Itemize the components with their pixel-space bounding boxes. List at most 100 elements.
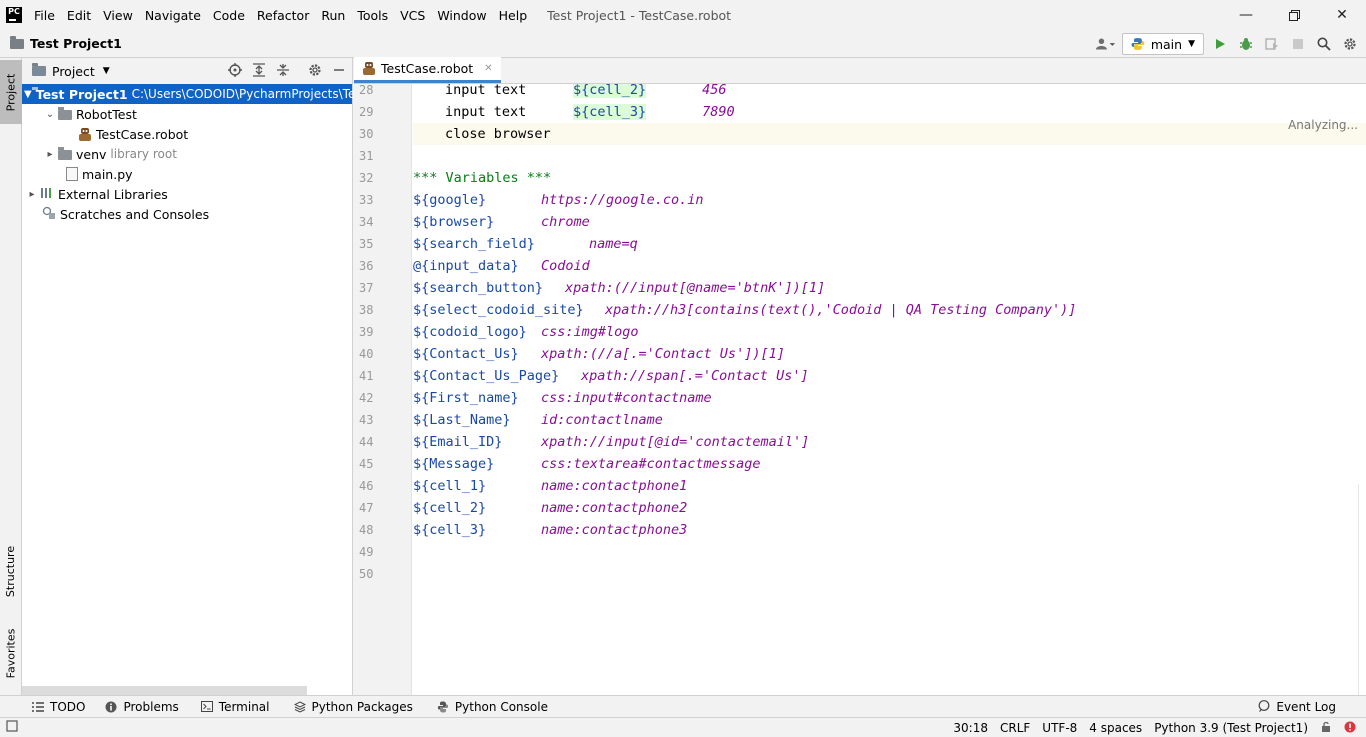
code-line[interactable]: ${search_button} xpath:(//input[@name='bt… bbox=[413, 277, 1366, 299]
menu-file[interactable]: File bbox=[28, 8, 61, 23]
analyzing-status: Analyzing... bbox=[1288, 118, 1358, 132]
gear-icon[interactable] bbox=[308, 63, 322, 80]
menu-view[interactable]: View bbox=[97, 8, 139, 23]
tree-item-robottest[interactable]: ⌄ RobotTest bbox=[22, 104, 352, 124]
chevron-right-icon[interactable]: ▸ bbox=[24, 189, 40, 200]
tree-item-external-libraries[interactable]: ▸ External Libraries bbox=[22, 184, 352, 204]
code-line[interactable]: ${select_codoid_site} xpath://h3[contains… bbox=[413, 299, 1366, 321]
code-line[interactable]: ${First_name} css:input#contactname bbox=[413, 387, 1366, 409]
lock-icon[interactable] bbox=[1320, 721, 1332, 736]
hide-panel-icon[interactable] bbox=[332, 63, 346, 80]
python-console-tool-button[interactable]: Python Console bbox=[437, 700, 548, 714]
coverage-icon[interactable] bbox=[1262, 34, 1282, 54]
toggle-tool-windows-icon[interactable] bbox=[6, 720, 18, 735]
code-line[interactable]: ${cell_2} name:contactphone2 bbox=[413, 497, 1366, 519]
settings-icon[interactable] bbox=[1340, 34, 1360, 54]
code-line[interactable]: ${Contact_Us} xpath:(//a[.='Contact Us'])… bbox=[413, 343, 1366, 365]
code-line[interactable]: input text ${cell_3} 7890 bbox=[413, 101, 1366, 123]
event-log-tool-button[interactable]: Event Log bbox=[1258, 696, 1336, 718]
code-line[interactable]: ${google} https://google.co.in bbox=[413, 189, 1366, 211]
collapse-all-icon[interactable] bbox=[276, 63, 290, 80]
python-console-label: Python Console bbox=[454, 699, 548, 714]
terminal-tool-button[interactable]: Terminal bbox=[200, 699, 270, 714]
problems-tool-button[interactable]: Problems bbox=[105, 700, 179, 714]
chevron-down-icon[interactable]: ⌄ bbox=[42, 109, 58, 120]
run-configuration-select[interactable]: main ▼ bbox=[1122, 33, 1204, 55]
python-packages-tool-button[interactable]: Python Packages bbox=[293, 700, 413, 714]
code-line[interactable] bbox=[413, 541, 1366, 563]
code-line[interactable]: input text ${cell_2} 456 bbox=[413, 84, 1366, 101]
breadcrumb[interactable]: Test Project1 bbox=[10, 35, 122, 51]
code-line[interactable] bbox=[413, 145, 1366, 167]
line-separator[interactable]: CRLF bbox=[1000, 721, 1030, 735]
variable-name: ${Contact_Us_Page} bbox=[413, 368, 560, 384]
favorites-tab-label: Favorites bbox=[4, 628, 18, 678]
code-line[interactable]: ${Contact_Us_Page} xpath://span[.='Contac… bbox=[413, 365, 1366, 387]
tool-window-project-tab[interactable]: Project bbox=[0, 60, 22, 124]
todo-tool-button[interactable]: TODO bbox=[32, 700, 85, 714]
pycharm-logo-icon: PC bbox=[6, 7, 22, 23]
debug-icon[interactable] bbox=[1236, 34, 1256, 54]
menu-vcs[interactable]: VCS bbox=[394, 8, 431, 23]
file-encoding[interactable]: UTF-8 bbox=[1042, 721, 1077, 735]
search-icon[interactable] bbox=[1314, 34, 1334, 54]
tool-window-favorites-tab[interactable]: Favorites bbox=[0, 618, 22, 688]
menu-window[interactable]: Window bbox=[431, 8, 492, 23]
code-line[interactable]: *** Variables *** bbox=[413, 167, 1366, 189]
vertical-scrollbar[interactable] bbox=[1358, 484, 1366, 695]
code-line[interactable]: ${search_field} name=q bbox=[413, 233, 1366, 255]
variable-name: ${search_button} bbox=[413, 280, 544, 296]
locate-icon[interactable] bbox=[228, 62, 242, 80]
terminal-label: Terminal bbox=[218, 699, 270, 714]
menu-tools[interactable]: Tools bbox=[351, 8, 394, 23]
menu-run[interactable]: Run bbox=[315, 8, 351, 23]
stop-icon[interactable] bbox=[1288, 34, 1308, 54]
menu-help[interactable]: Help bbox=[493, 8, 534, 23]
chevron-right-icon[interactable]: ▸ bbox=[42, 149, 58, 160]
expand-all-icon[interactable] bbox=[252, 62, 266, 80]
error-indicator-icon[interactable] bbox=[1344, 721, 1356, 736]
chevron-down-icon[interactable]: ▼ bbox=[24, 89, 32, 100]
restore-icon[interactable] bbox=[1270, 0, 1318, 30]
tree-item-testcase[interactable]: TestCase.robot bbox=[22, 124, 352, 144]
run-icon[interactable] bbox=[1210, 34, 1230, 54]
tree-item-main-py[interactable]: main.py bbox=[22, 164, 352, 184]
code-line[interactable]: ${browser} chrome bbox=[413, 211, 1366, 233]
code-line[interactable]: ${Message} css:textarea#contactmessage bbox=[413, 453, 1366, 475]
code-line[interactable]: @{input_data} Codoid bbox=[413, 255, 1366, 277]
project-tab-label: Project bbox=[4, 73, 18, 111]
code-line[interactable] bbox=[413, 563, 1366, 585]
code-line[interactable]: ${cell_3} name:contactphone3 bbox=[413, 519, 1366, 541]
code-area[interactable]: input text ${cell_2} 456 input text ${cell_3… bbox=[413, 84, 1366, 695]
code-line[interactable]: ${Email_ID} xpath://input[@id='contactema… bbox=[413, 431, 1366, 453]
menu-navigate[interactable]: Navigate bbox=[139, 8, 207, 23]
line-number: 28 bbox=[359, 83, 374, 97]
tool-window-structure-tab[interactable]: Structure bbox=[0, 536, 22, 606]
code-line[interactable]: ${Last_Name} id:contactlname bbox=[413, 409, 1366, 431]
close-window-icon[interactable]: ✕ bbox=[1318, 0, 1366, 30]
line-number: 44 bbox=[359, 435, 374, 449]
close-icon[interactable]: ✕ bbox=[484, 63, 492, 74]
project-panel-title[interactable]: Project bbox=[52, 64, 95, 79]
keyword-call: input text bbox=[445, 104, 527, 120]
python-interpreter[interactable]: Python 3.9 (Test Project1) bbox=[1154, 721, 1308, 735]
tree-item-project-root[interactable]: ▼ Test Project1 C:\Users\CODOID\PycharmP… bbox=[22, 84, 362, 104]
menu-code[interactable]: Code bbox=[207, 8, 251, 23]
code-line[interactable]: ${cell_1} name:contactphone1 bbox=[413, 475, 1366, 497]
tree-item-label: TestCase.robot bbox=[96, 126, 189, 142]
minimize-icon[interactable]: — bbox=[1222, 0, 1270, 30]
code-line[interactable]: ${codoid_logo} css:img#logo bbox=[413, 321, 1366, 343]
indent-setting[interactable]: 4 spaces bbox=[1089, 721, 1142, 735]
horizontal-scrollbar[interactable] bbox=[22, 686, 307, 695]
user-icon[interactable] bbox=[1096, 34, 1116, 54]
line-number: 47 bbox=[359, 501, 374, 515]
project-panel-tools bbox=[228, 58, 346, 84]
tree-item-venv[interactable]: ▸ venv library root bbox=[22, 144, 352, 164]
caret-position[interactable]: 30:18 bbox=[953, 721, 988, 735]
code-line[interactable]: close browser bbox=[413, 123, 1366, 145]
tree-item-scratches[interactable]: Scratches and Consoles bbox=[22, 204, 352, 224]
chevron-down-icon[interactable]: ▼ bbox=[103, 66, 110, 76]
menu-edit[interactable]: Edit bbox=[61, 8, 97, 23]
menu-refactor[interactable]: Refactor bbox=[251, 8, 315, 23]
folder-icon bbox=[58, 107, 72, 120]
